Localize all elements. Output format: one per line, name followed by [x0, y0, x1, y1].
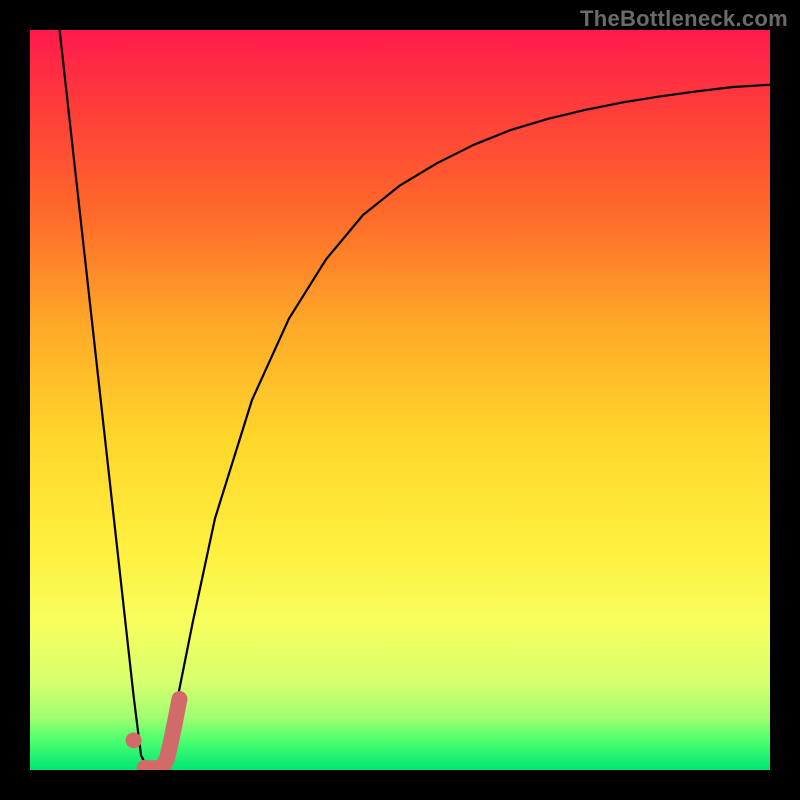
plot-area — [30, 30, 770, 770]
watermark-label: TheBottleneck.com — [580, 6, 788, 32]
current-config-marker — [126, 732, 142, 748]
bottleneck-curve — [60, 30, 770, 770]
recommended-sweep — [145, 699, 180, 769]
chart-svg — [30, 30, 770, 770]
chart-frame: TheBottleneck.com — [0, 0, 800, 800]
